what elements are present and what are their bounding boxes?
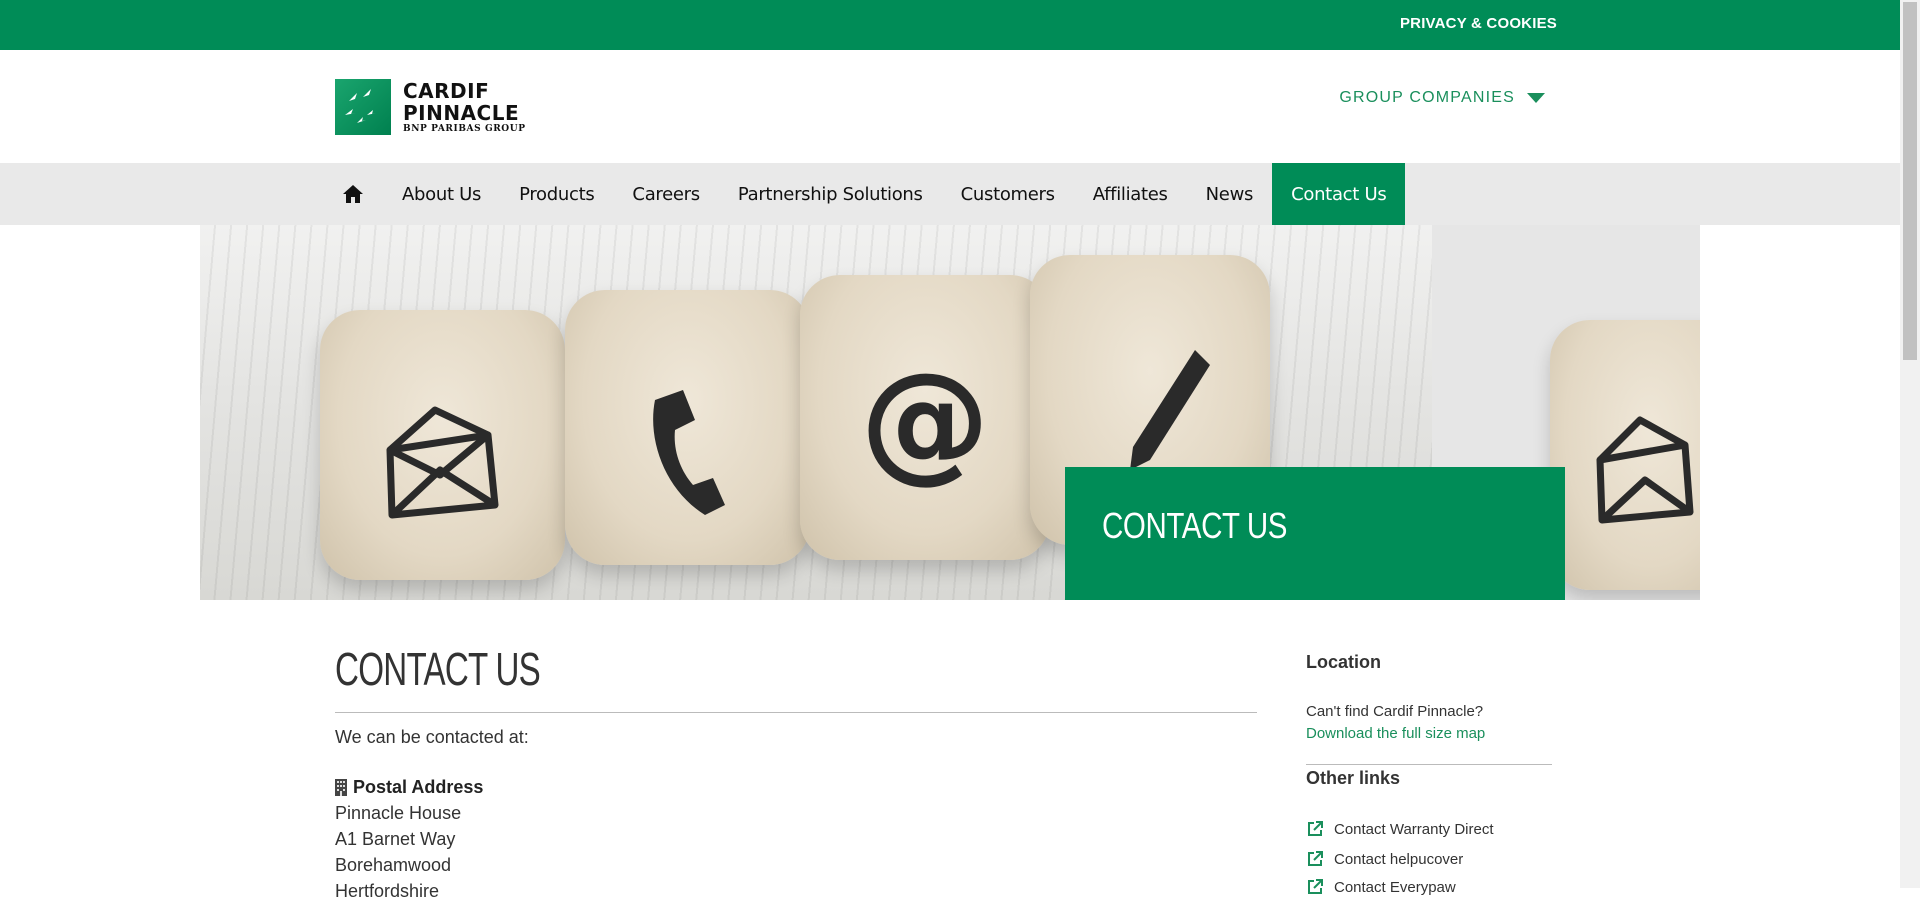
site-header: CARDIF PINNACLE BNP PARIBAS GROUP GROUP … bbox=[0, 50, 1900, 163]
page-scrollbar[interactable] bbox=[1900, 0, 1920, 888]
other-link-label: Contact Warranty Direct bbox=[1334, 820, 1494, 838]
main-nav: About Us Products Careers Partnership So… bbox=[0, 163, 1900, 225]
group-companies-label: GROUP COMPANIES bbox=[1339, 89, 1515, 106]
nav-item-products[interactable]: Products bbox=[500, 163, 613, 225]
postal-address-heading: Postal Address bbox=[335, 777, 483, 798]
postal-address-label: Postal Address bbox=[353, 777, 484, 797]
other-link-warranty-direct[interactable]: Contact Warranty Direct bbox=[1306, 820, 1494, 838]
envelope-cube-image-2 bbox=[1550, 320, 1700, 590]
location-heading: Location bbox=[1306, 652, 1381, 672]
address-line: A1 Barnet Way bbox=[335, 829, 456, 849]
address-line: Pinnacle House bbox=[335, 803, 462, 823]
other-links-heading: Other links bbox=[1306, 768, 1401, 788]
location-text: Can't find Cardif Pinnacle? bbox=[1306, 703, 1484, 720]
other-link-everypaw[interactable]: Contact Everypaw bbox=[1306, 878, 1456, 896]
top-bar: PRIVACY & COOKIES bbox=[0, 0, 1900, 50]
other-link-helpucover[interactable]: Contact helpucover bbox=[1306, 850, 1463, 868]
external-link-icon bbox=[1308, 851, 1323, 866]
hero-banner: @ CONTACT US bbox=[200, 225, 1700, 600]
address-line: Borehamwood bbox=[335, 855, 452, 875]
site-logo[interactable]: CARDIF PINNACLE BNP PARIBAS GROUP bbox=[335, 78, 605, 136]
hero-title-box: CONTACT US bbox=[1065, 467, 1565, 600]
caret-down-icon bbox=[1527, 93, 1545, 103]
building-icon bbox=[335, 779, 347, 796]
phone-cube-image bbox=[565, 290, 810, 565]
nav-item-news[interactable]: News bbox=[1187, 163, 1272, 225]
hero-title: CONTACT US bbox=[1102, 505, 1288, 546]
envelope-cube-image bbox=[320, 310, 565, 580]
nav-item-contact-us[interactable]: Contact Us bbox=[1272, 163, 1406, 225]
group-companies-dropdown[interactable]: GROUP COMPANIES bbox=[1339, 89, 1545, 107]
nav-item-affiliates[interactable]: Affiliates bbox=[1074, 163, 1187, 225]
nav-item-partnership-solutions[interactable]: Partnership Solutions bbox=[719, 163, 942, 225]
page-title: CONTACT US bbox=[335, 643, 541, 695]
at-sign-cube-image: @ bbox=[800, 275, 1050, 560]
external-link-icon bbox=[1308, 879, 1323, 894]
other-link-label: Contact Everypaw bbox=[1334, 878, 1456, 896]
address-line: Hertfordshire bbox=[335, 881, 440, 901]
other-link-label: Contact helpucover bbox=[1334, 850, 1464, 868]
logo-stars-icon bbox=[335, 79, 391, 135]
download-map-link[interactable]: Download the full size map bbox=[1306, 725, 1485, 742]
nav-item-about-us[interactable]: About Us bbox=[383, 163, 500, 225]
svg-text:@: @ bbox=[860, 344, 990, 496]
contact-intro: We can be contacted at: bbox=[335, 727, 529, 747]
logo-name: CARDIF PINNACLE bbox=[403, 79, 520, 125]
logo-subtitle: BNP PARIBAS GROUP bbox=[403, 124, 526, 134]
external-link-icon bbox=[1308, 821, 1323, 836]
nav-item-customers[interactable]: Customers bbox=[942, 163, 1074, 225]
nav-item-careers[interactable]: Careers bbox=[613, 163, 718, 225]
scrollbar-thumb[interactable] bbox=[1903, 2, 1917, 360]
title-divider bbox=[335, 712, 1257, 713]
privacy-cookies-link[interactable]: PRIVACY & COOKIES bbox=[1400, 15, 1557, 32]
sidebar-divider bbox=[1306, 764, 1552, 765]
home-icon[interactable] bbox=[335, 163, 371, 225]
